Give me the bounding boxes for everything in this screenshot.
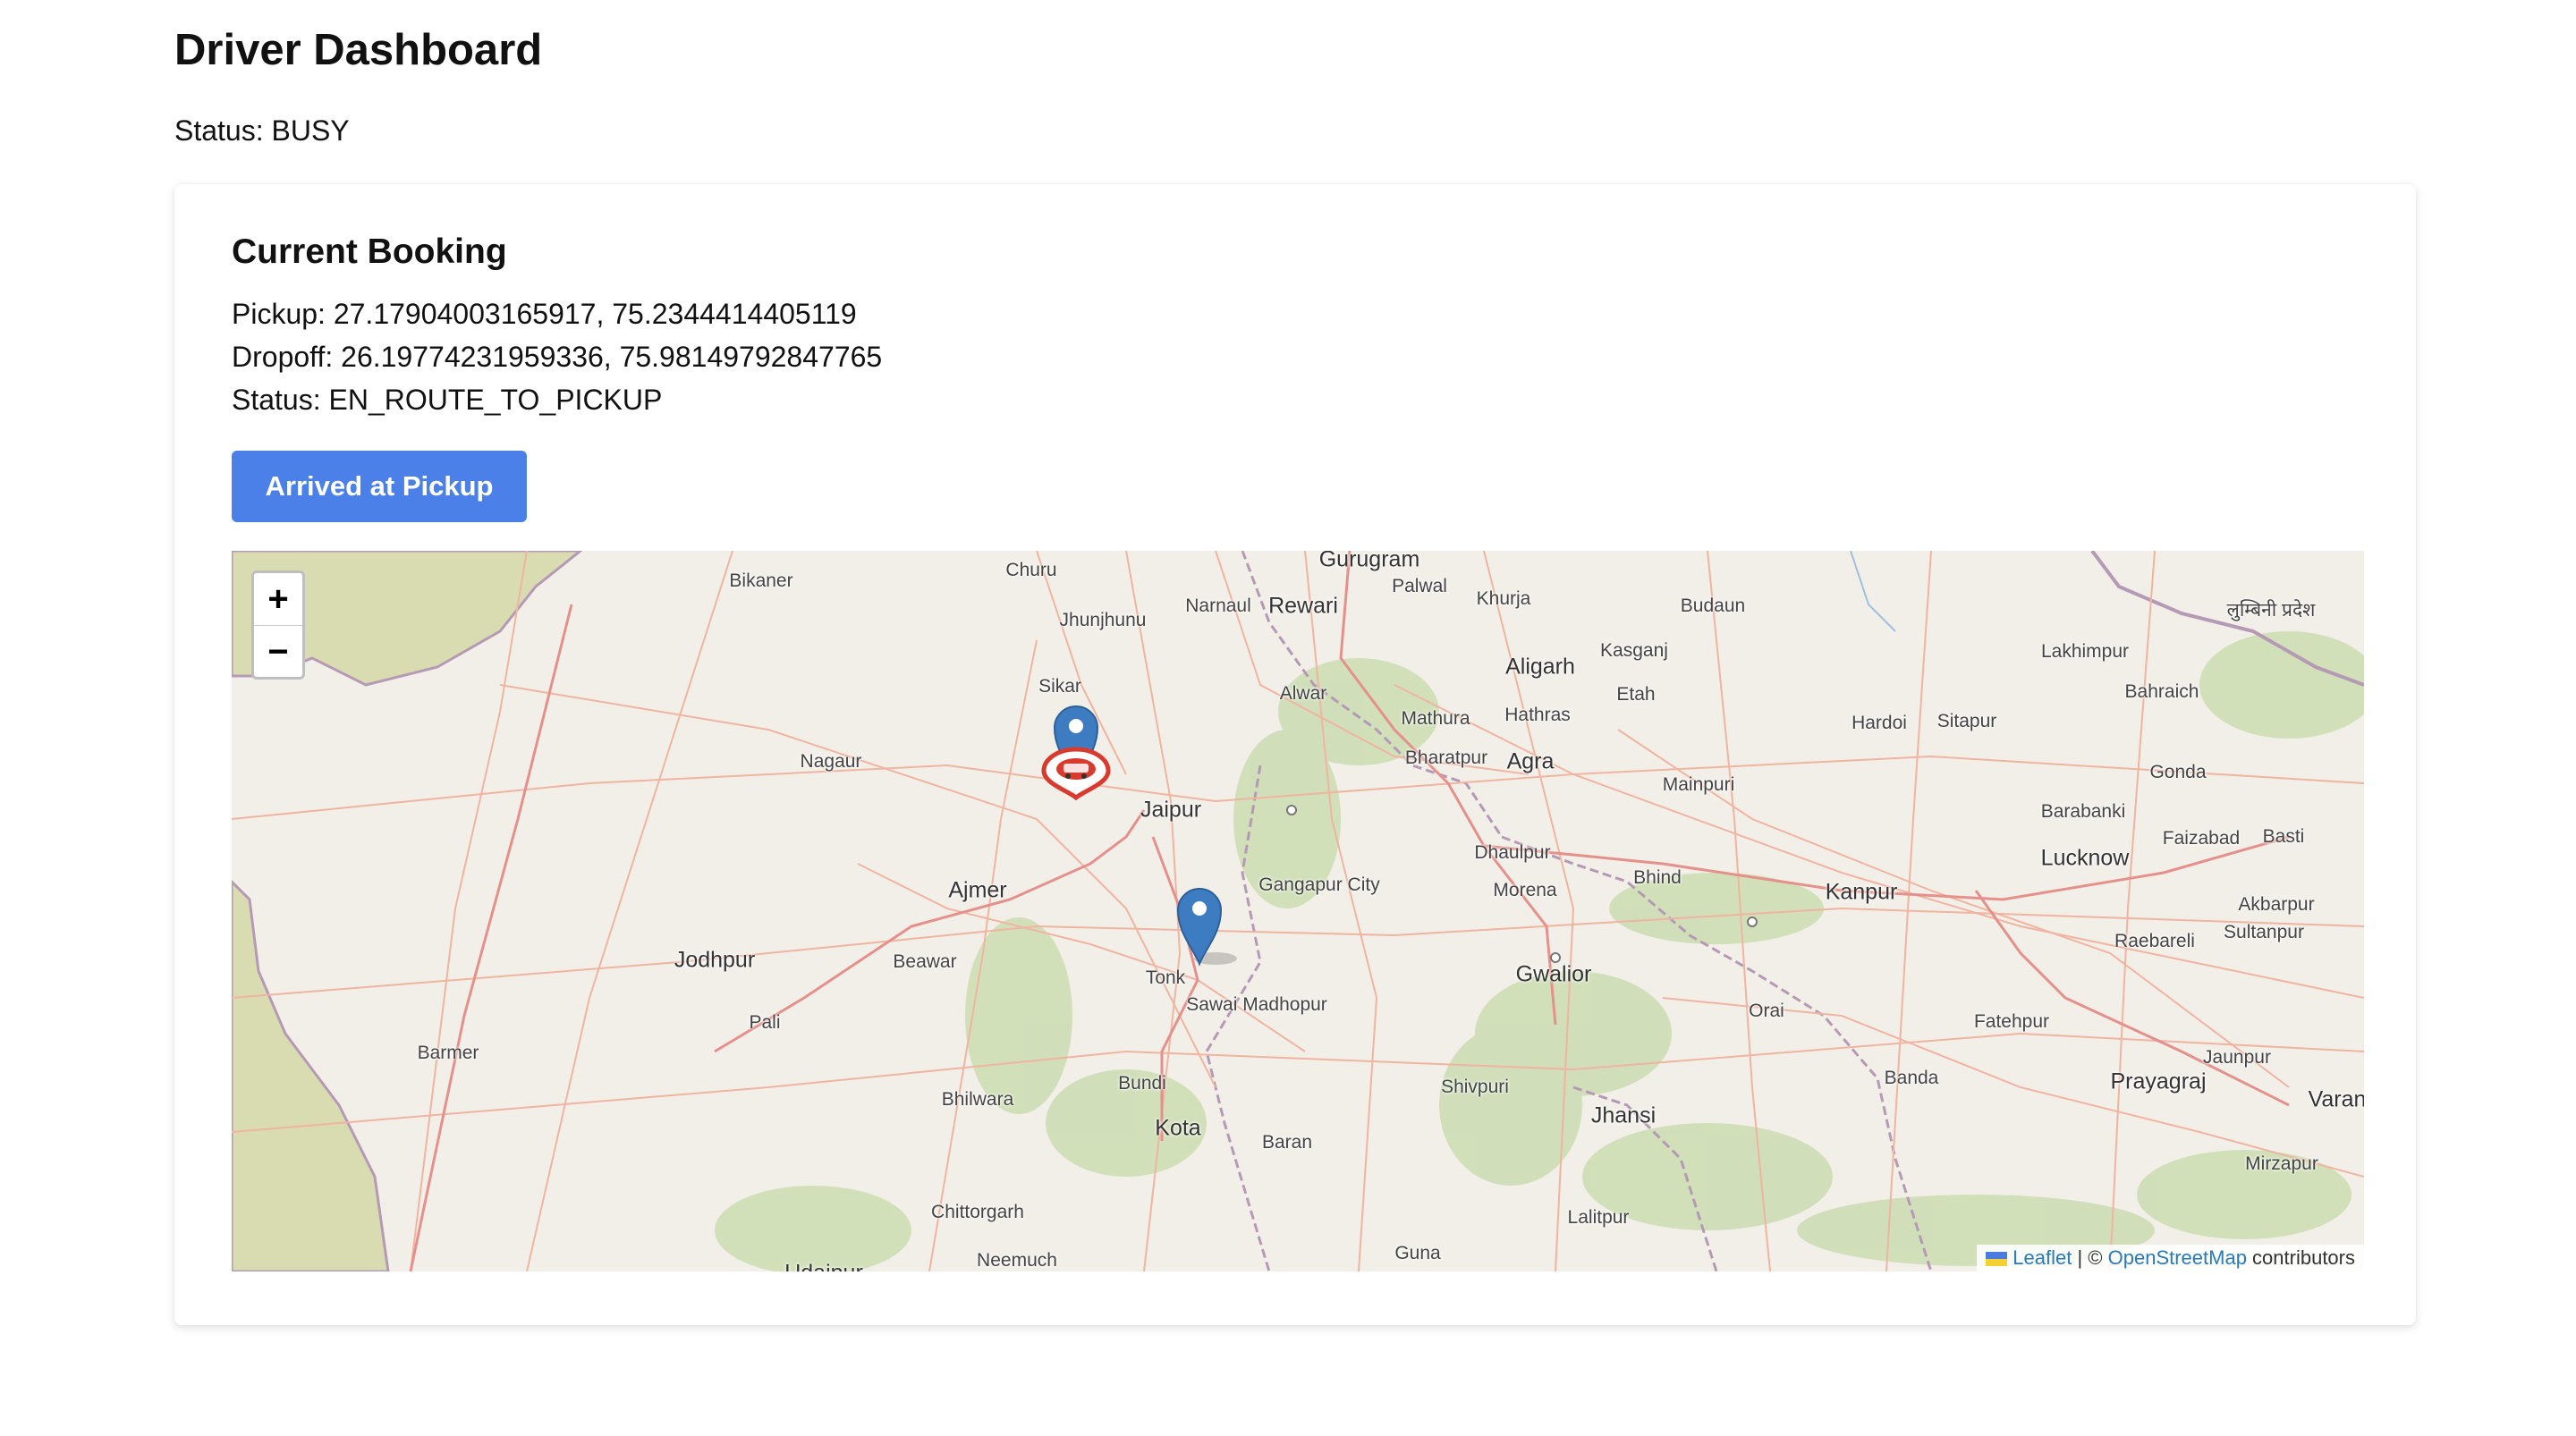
- place-label: Prayagraj: [2110, 1069, 2207, 1094]
- place-label: Lucknow: [2040, 845, 2130, 871]
- dropoff-coordinates: Dropoff: 26.19774231959336, 75.981497928…: [232, 341, 883, 373]
- place-label: Mathura: [1401, 708, 1470, 729]
- place-label: Varan: [2308, 1086, 2364, 1112]
- place-label: Jhunjhunu: [1059, 610, 1147, 630]
- place-label: Bundi: [1118, 1073, 1166, 1094]
- map[interactable]: Bikaner Churu Jhunjhunu Narnaul Rewari G…: [232, 551, 2364, 1271]
- place-label: Akbarpur: [2238, 894, 2315, 915]
- driver-car-marker-icon[interactable]: [1040, 744, 1112, 801]
- place-label: Lakhimpur: [2040, 641, 2130, 662]
- place-label: Lalitpur: [1567, 1207, 1630, 1228]
- place-label: Nagaur: [800, 751, 862, 772]
- place-label: Barmer: [417, 1043, 479, 1063]
- place-label: Gwalior: [1515, 961, 1592, 987]
- place-label: Jaipur: [1140, 797, 1202, 823]
- place-label: Etah: [1616, 684, 1656, 705]
- place-label: Gonda: [2149, 762, 2207, 782]
- place-label: Raebareli: [2114, 931, 2195, 951]
- dropoff-marker-icon[interactable]: [1176, 887, 1248, 967]
- place-label: Hardoi: [1852, 713, 1907, 733]
- place-label: Bahraich: [2124, 681, 2199, 702]
- place-label: Dhaulpur: [1474, 842, 1551, 863]
- place-label: Udaipur: [784, 1261, 863, 1272]
- map-attribution: Leaflet | © OpenStreetMap contributors: [1977, 1245, 2364, 1271]
- zoom-in-button[interactable]: +: [254, 573, 302, 626]
- place-label: Basti: [2262, 826, 2305, 847]
- place-label: Baran: [1261, 1132, 1313, 1153]
- place-label: Kota: [1155, 1115, 1201, 1141]
- place-label: Jaunpur: [2203, 1047, 2271, 1068]
- place-label: Aligarh: [1505, 654, 1575, 680]
- place-label: Sawai Madhopur: [1186, 994, 1327, 1015]
- zoom-control: + −: [251, 570, 305, 680]
- place-label: Banda: [1884, 1068, 1939, 1088]
- place-label: लुम्बिनी प्रदेश: [2226, 600, 2316, 621]
- place-label: Hathras: [1504, 705, 1571, 725]
- place-label: Kanpur: [1825, 879, 1898, 905]
- attribution-contributors: contributors: [2246, 1246, 2355, 1269]
- attribution-separator: | ©: [2072, 1246, 2108, 1269]
- place-label: Alwar: [1279, 683, 1327, 704]
- booking-heading: Current Booking: [232, 232, 507, 271]
- booking-card: Current Booking Pickup: 27.1790400316591…: [174, 184, 2416, 1325]
- place-label: Rewari: [1268, 593, 1338, 619]
- zoom-out-button[interactable]: −: [254, 626, 302, 678]
- place-label: Neemuch: [977, 1250, 1057, 1271]
- place-label: Morena: [1493, 880, 1557, 900]
- place-label: Guna: [1394, 1243, 1441, 1263]
- place-label: Ajmer: [948, 877, 1007, 903]
- place-label: Agra: [1506, 748, 1555, 774]
- place-label: Shivpuri: [1441, 1077, 1509, 1097]
- place-label: Sultanpur: [2224, 922, 2304, 942]
- place-label: Mirzapur: [2245, 1153, 2318, 1174]
- place-label: Barabanki: [2040, 801, 2126, 822]
- place-label: Beawar: [893, 951, 957, 972]
- place-label: Churu: [1005, 560, 1057, 580]
- place-label: Orai: [1749, 1001, 1784, 1021]
- place-label: Bharatpur: [1404, 748, 1488, 768]
- place-label: Pali: [749, 1012, 781, 1033]
- place-label: Jhansi: [1590, 1102, 1657, 1128]
- place-label: Gangapur City: [1258, 874, 1380, 895]
- arrived-at-pickup-button[interactable]: Arrived at Pickup: [232, 451, 527, 522]
- place-label: Sitapur: [1936, 711, 1997, 731]
- place-label: Jodhpur: [674, 947, 756, 973]
- place-label: Bhilwara: [941, 1089, 1014, 1110]
- ukraine-flag-icon: [1986, 1252, 2008, 1267]
- place-label: Mainpuri: [1662, 774, 1735, 795]
- place-label: Gurugram: [1318, 551, 1420, 572]
- place-label: Khurja: [1476, 588, 1531, 609]
- place-label: Palwal: [1392, 576, 1447, 596]
- place-label: Tonk: [1145, 967, 1186, 988]
- place-label: Kasganj: [1600, 640, 1668, 661]
- place-label: Faizabad: [2162, 828, 2241, 849]
- place-label: Bikaner: [729, 570, 793, 591]
- place-label: Chittorgarh: [931, 1202, 1024, 1222]
- openstreetmap-link[interactable]: OpenStreetMap: [2108, 1246, 2247, 1269]
- leaflet-link[interactable]: Leaflet: [2012, 1246, 2072, 1269]
- booking-status: Status: EN_ROUTE_TO_PICKUP: [232, 384, 663, 416]
- place-label: Narnaul: [1185, 596, 1251, 616]
- driver-status: Status: BUSY: [174, 114, 350, 147]
- place-label: Sikar: [1038, 676, 1081, 697]
- place-label: Bhind: [1633, 867, 1682, 888]
- pickup-coordinates: Pickup: 27.17904003165917, 75.2344414405…: [232, 298, 857, 330]
- place-label: Fatehpur: [1973, 1011, 2050, 1032]
- page-title: Driver Dashboard: [174, 26, 543, 74]
- place-label: Budaun: [1680, 596, 1746, 616]
